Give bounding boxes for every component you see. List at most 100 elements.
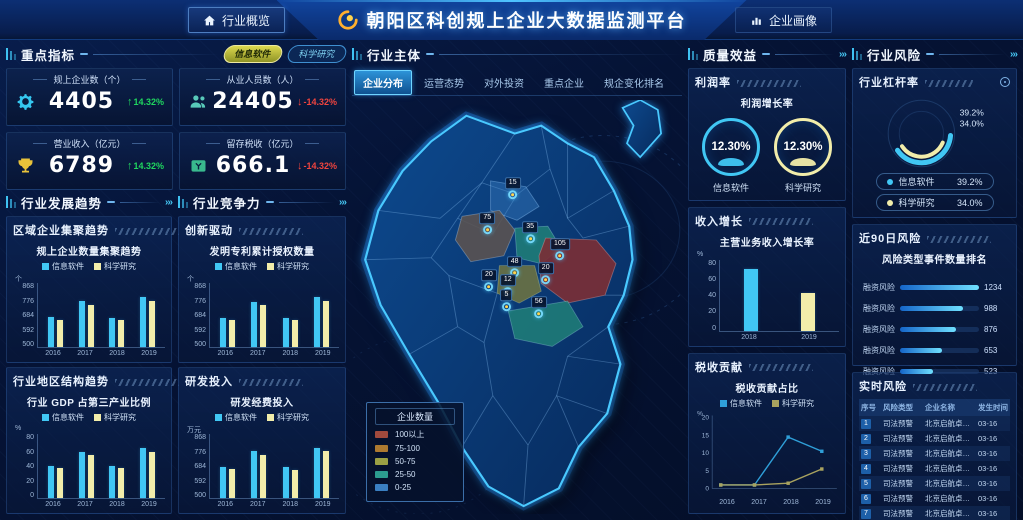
chart-plot: 个868776684592500 <box>13 283 165 348</box>
subpanel-title: 利润率 <box>695 74 731 90</box>
bar <box>220 318 226 347</box>
key-indicator-card: 规上企业数（个）4405↑14.32% <box>6 68 173 126</box>
axis-unit: 万元 <box>187 425 201 435</box>
bar-fill <box>900 306 963 311</box>
bar <box>323 451 329 498</box>
map-marker[interactable]: 56 <box>531 296 547 318</box>
chart-legend: 信息软件科学研究 <box>13 261 165 272</box>
subpanel-title: 近90日风险 <box>859 230 921 246</box>
risk-type-label: 融资风险 <box>859 282 895 293</box>
pin-icon <box>502 302 511 311</box>
gauge-label: 科学研究 <box>785 181 821 194</box>
bar-group <box>243 283 274 347</box>
column-header: 发生时间 <box>978 402 1008 413</box>
chart-tax-share: 信息软件科学研究%201510502016201720182019 <box>695 395 839 509</box>
bar <box>744 269 758 331</box>
map-marker[interactable]: 5 <box>500 289 512 311</box>
company-cell: 北京启航卓越科技有限公司 <box>925 448 976 459</box>
subpanel-title: 创新驱动 <box>185 222 233 238</box>
map-marker[interactable]: 15 <box>505 178 521 200</box>
bar-chart-icon <box>750 14 763 27</box>
quality-more-icon[interactable]: ››› <box>839 49 846 60</box>
bar-group <box>71 434 102 498</box>
map-marker[interactable]: 75 <box>479 212 495 234</box>
toggle-science-research[interactable]: 科学研究 <box>286 45 349 63</box>
legend-swatch <box>375 458 388 465</box>
tab-规企变化排名[interactable]: 规企变化排名 <box>596 71 672 94</box>
marker-value: 56 <box>531 296 547 308</box>
table-row[interactable]: 4司法预警北京启航卓越科技有限公司03-16 <box>859 461 1010 476</box>
gear-icon <box>15 91 36 112</box>
legend-item: 信息软件 <box>720 398 762 409</box>
pin-icon <box>526 234 535 243</box>
map-marker[interactable]: 105 <box>550 238 570 260</box>
tab-重点企业[interactable]: 重点企业 <box>536 71 592 94</box>
pin-icon <box>534 309 543 318</box>
chart-legend: 信息软件科学研究 <box>185 261 339 272</box>
chart-plot: %806040200 <box>695 260 839 332</box>
table-row[interactable]: 1司法预警北京启航卓越科技有限公司03-16 <box>859 416 1010 431</box>
map-marker[interactable]: 35 <box>522 221 538 243</box>
company-cell: 北京启航卓越科技有限公司 <box>925 478 976 489</box>
legend-swatch <box>772 400 779 407</box>
bar-group <box>722 260 780 331</box>
y-tick: 868 <box>194 283 206 290</box>
marker-value: 75 <box>479 212 495 224</box>
x-tick: 2019 <box>779 332 839 342</box>
dashboard: { "icons": { "more": "›››" }, "header": … <box>0 0 1023 520</box>
bar-group <box>212 434 243 498</box>
x-tick: 2017 <box>242 348 275 358</box>
map-marker[interactable]: 20 <box>481 269 497 291</box>
column-header: 序号 <box>861 402 881 413</box>
subpanel-realtime-risk: 实时风险 序号风险类型企业名称发生时间1司法预警北京启航卓越科技有限公司03-1… <box>852 372 1017 520</box>
table-row[interactable]: 6司法预警北京启航卓越科技有限公司03-16 <box>859 491 1010 506</box>
map-exclave[interactable] <box>623 100 662 157</box>
nav-portrait-label: 企业画像 <box>769 12 817 29</box>
table-row[interactable]: 2司法预警北京启航卓越科技有限公司03-16 <box>859 431 1010 446</box>
y-tick: 20 <box>708 308 716 315</box>
map-legend: 企业数量 100以上75-10050-7525-500-25 <box>366 402 464 502</box>
table-row[interactable]: 3司法预警北京启航卓越科技有限公司03-16 <box>859 446 1010 461</box>
bar <box>109 466 115 498</box>
top-header: 朝阳区科创规上企业大数据监测平台 行业概览 企业画像 <box>0 0 1023 40</box>
bar-fill <box>900 348 942 353</box>
toggle-info-software[interactable]: 信息软件 <box>222 45 285 63</box>
table-row[interactable]: 5司法预警北京启航卓越科技有限公司03-16 <box>859 476 1010 491</box>
marker-value: 48 <box>507 256 523 268</box>
page-title: 朝阳区科创规上企业大数据监测平台 <box>367 7 687 33</box>
y-tick: 80 <box>26 434 34 441</box>
competitiveness-more-icon[interactable]: ››› <box>339 197 346 208</box>
nav-enterprise-portrait-button[interactable]: 企业画像 <box>735 7 832 33</box>
row-index-badge: 5 <box>861 479 871 489</box>
map-marker[interactable]: 20 <box>538 262 554 284</box>
nav-industry-overview-button[interactable]: 行业概览 <box>188 7 285 33</box>
row-index-badge: 2 <box>861 434 871 444</box>
tab-对外投资[interactable]: 对外投资 <box>476 71 532 94</box>
x-tick: 2017 <box>69 348 101 358</box>
legend-swatch <box>375 431 388 438</box>
table-row[interactable]: 7司法预警北京启航卓越科技有限公司03-16 <box>859 506 1010 520</box>
tab-企业分布[interactable]: 企业分布 <box>354 70 412 95</box>
legend-item: 科学研究 <box>94 412 136 423</box>
dev-trend-more-icon[interactable]: ››› <box>165 197 172 208</box>
x-axis-labels: 20182019 <box>719 332 839 342</box>
info-icon[interactable] <box>1000 77 1010 87</box>
risk-more-icon[interactable]: ››› <box>1010 49 1017 60</box>
risk-title: 行业风险 <box>867 45 921 64</box>
profit-gauge: 12.30%科学研究 <box>774 118 832 196</box>
panel-industry-dev-trend: 行业发展趋势 ››› 区域企业集聚趋势 规上企业数量集聚趋势 信息软件科学研究个… <box>6 192 172 514</box>
leverage-gauge: 39.2% 34.0% <box>859 90 1010 171</box>
chart-patents: 信息软件科学研究个8687766845925002016201720182019 <box>185 258 339 358</box>
leverage-value-info: 39.2% <box>960 107 985 117</box>
chart-title: 风险类型事件数量排名 <box>859 251 1010 266</box>
legend-item: 科学研究 <box>772 398 814 409</box>
x-tick: 2019 <box>807 499 839 509</box>
time-cell: 03-16 <box>978 464 1008 473</box>
legend-swatch <box>42 263 49 270</box>
x-tick: 2018 <box>274 348 307 358</box>
x-tick: 2018 <box>719 332 779 342</box>
x-tick: 2019 <box>133 348 165 358</box>
legend-swatch <box>375 471 388 478</box>
tab-运营态势[interactable]: 运营态势 <box>416 71 472 94</box>
bar <box>149 301 155 347</box>
